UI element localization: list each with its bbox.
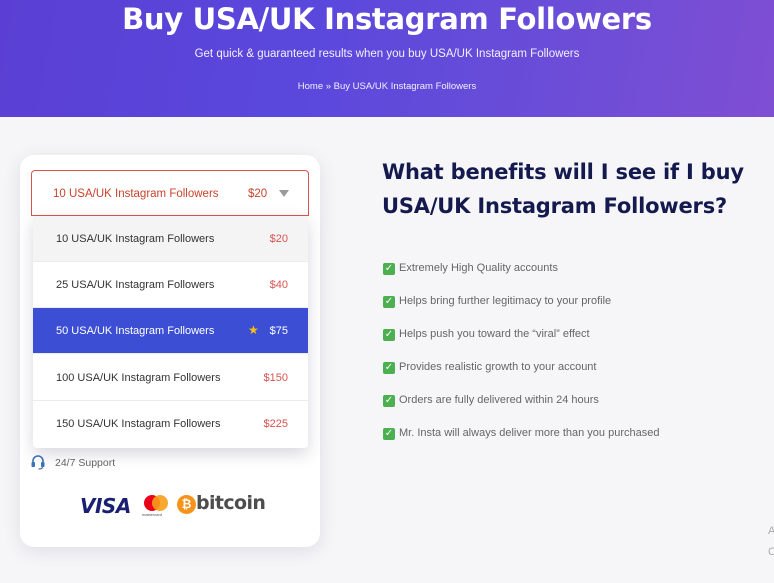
edge-text-fragment: A [768,525,774,537]
package-option-price: $225 [263,418,288,430]
package-select[interactable]: 10 USA/UK Instagram Followers $20 [31,170,309,216]
package-option-label: 100 USA/UK Instagram Followers [56,372,221,384]
benefit-text: Extremely High Quality accounts [399,262,558,274]
page-title: Buy USA/UK Instagram Followers [122,2,652,36]
package-select-label: 10 USA/UK Instagram Followers [53,188,219,200]
support-label: 24/7 Support [55,457,116,469]
package-option-price: $20 [269,233,288,245]
bitcoin-word: bitcoin [196,492,266,514]
check-icon: ✓ [383,395,395,407]
edge-text-fragment: C [768,546,774,558]
benefit-text: Helps bring further legitimacy to your p… [399,295,612,307]
package-option-50[interactable]: 50 USA/UK Instagram Followers ★ $75 [33,308,308,354]
payment-methods: VISA mastercard ₿ bitcoin [80,492,280,523]
package-option-label: 25 USA/UK Instagram Followers [56,279,215,291]
package-option-10[interactable]: 10 USA/UK Instagram Followers $20 [33,216,308,262]
package-option-25[interactable]: 25 USA/UK Instagram Followers $40 [33,262,308,308]
check-icon: ✓ [383,263,395,275]
check-icon: ✓ [383,296,395,308]
check-icon: ✓ [383,329,395,341]
package-select-price: $20 [248,188,268,200]
bitcoin-icon: ₿ [177,495,196,514]
benefit-text: Orders are fully delivered within 24 hou… [399,394,599,406]
benefit-text: Helps push you toward the “viral” effect [399,328,590,340]
package-option-price: $40 [269,279,288,291]
package-option-label: 50 USA/UK Instagram Followers [56,325,215,337]
package-dropdown: 10 USA/UK Instagram Followers $20 25 USA… [33,216,308,448]
package-option-price: $150 [263,372,288,384]
benefit-text: Mr. Insta will always deliver more than … [399,427,660,439]
mastercard-logo: mastercard [142,495,170,517]
chevron-down-icon[interactable] [279,190,289,197]
package-option-price: $75 [269,325,288,337]
package-option-label: 150 USA/UK Instagram Followers [56,418,221,430]
hero-banner: Buy USA/UK Instagram Followers Get quick… [0,0,774,117]
benefit-text: Provides realistic growth to your accoun… [399,361,597,373]
package-option-label: 10 USA/UK Instagram Followers [56,233,215,245]
visa-logo: VISA [80,494,131,518]
check-icon: ✓ [383,362,395,374]
check-icon: ✓ [383,428,395,440]
headset-icon [31,455,45,470]
package-option-150[interactable]: 150 USA/UK Instagram Followers $225 [33,401,308,447]
mastercard-text: mastercard [142,512,163,517]
star-icon: ★ [248,323,259,337]
breadcrumb[interactable]: Home » Buy USA/UK Instagram Followers [0,81,774,92]
benefits-heading: What benefits will I see if I buy USA/UK… [382,160,744,218]
package-option-100[interactable]: 100 USA/UK Instagram Followers $150 [33,355,308,401]
page-subtitle: Get quick & guaranteed results when you … [194,48,580,60]
